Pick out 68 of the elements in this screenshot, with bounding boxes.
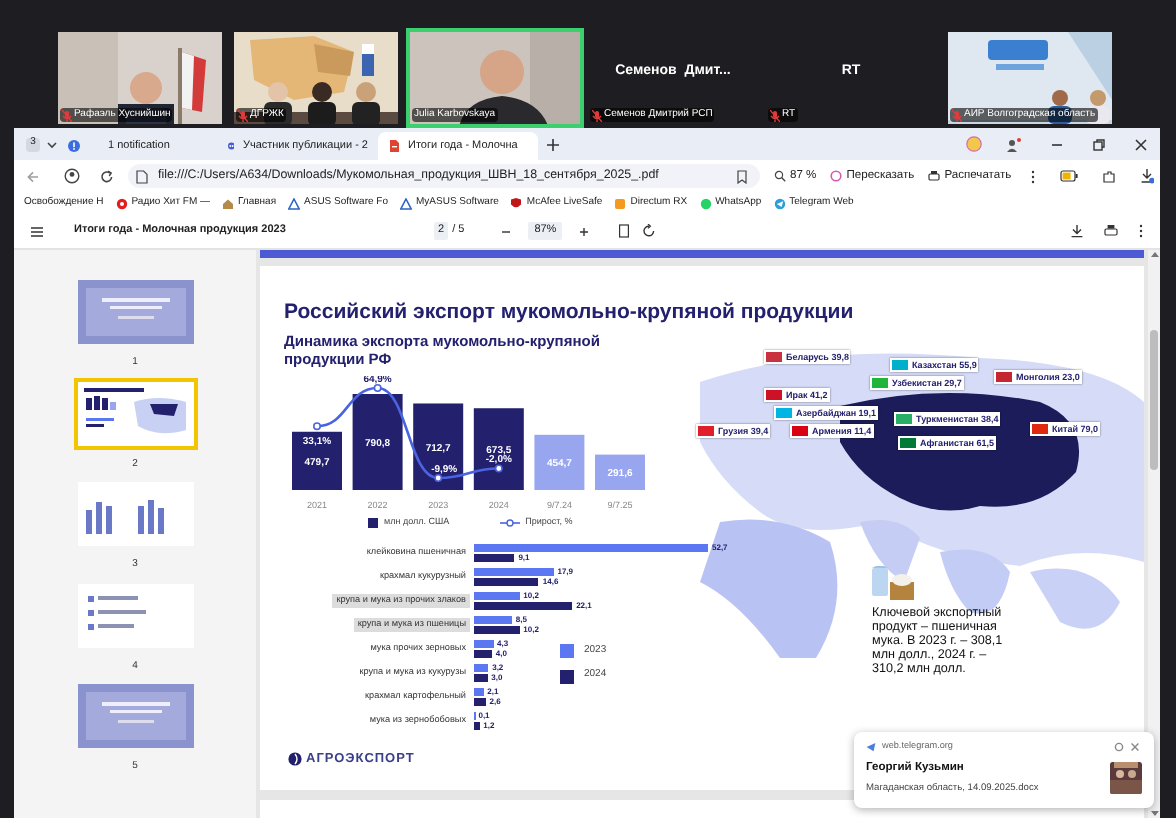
zoom-out-icon[interactable] xyxy=(500,225,513,237)
rotate-icon[interactable] xyxy=(642,224,657,238)
paper-plane-icon xyxy=(866,741,876,752)
file-icon xyxy=(136,169,148,183)
fit-page-icon[interactable] xyxy=(618,224,631,238)
info-icon xyxy=(68,140,80,152)
page-thumbnail[interactable] xyxy=(73,478,197,550)
chat-icon xyxy=(699,197,712,209)
reload-icon[interactable] xyxy=(100,169,114,183)
people-icon[interactable] xyxy=(1006,137,1022,151)
point xyxy=(313,422,321,431)
menu-icon[interactable] xyxy=(30,225,44,237)
bookmark-icon[interactable] xyxy=(736,169,748,183)
muted-mic-icon xyxy=(952,109,962,121)
more-icon[interactable] xyxy=(1138,224,1144,238)
page-thumbnail[interactable] xyxy=(73,377,197,449)
chart-bar xyxy=(292,431,342,490)
circle-icon xyxy=(830,170,843,182)
printer-icon[interactable] xyxy=(1104,224,1118,238)
legend-swatch xyxy=(368,517,378,528)
point xyxy=(494,464,503,473)
slide-title: Российский экспорт мукомольно-крупяной продукции xyxy=(284,300,856,324)
account-icon[interactable] xyxy=(64,168,80,184)
chart-bar xyxy=(352,394,403,490)
legend-swatch xyxy=(560,644,574,658)
download-icon[interactable] xyxy=(1139,168,1154,184)
chart-bar xyxy=(595,454,645,490)
zoom-in-icon[interactable] xyxy=(578,225,591,237)
home-icon xyxy=(222,197,234,209)
chart-bar xyxy=(413,403,464,490)
record-icon xyxy=(115,197,128,209)
muted-mic-icon xyxy=(770,109,780,121)
paper-plane-icon xyxy=(773,197,786,209)
site-icon xyxy=(228,140,235,152)
point xyxy=(434,474,443,482)
chart-bar xyxy=(473,408,524,490)
page-thumbnail[interactable] xyxy=(73,680,197,752)
search-icon xyxy=(774,170,786,182)
triangle-icon xyxy=(400,197,412,209)
restore-icon[interactable] xyxy=(1092,137,1106,151)
legend-line-icon xyxy=(499,517,520,528)
profile-avatar-icon[interactable] xyxy=(966,136,982,152)
legend-swatch xyxy=(560,669,574,683)
chevron-down-icon[interactable] xyxy=(46,139,58,149)
download-icon[interactable] xyxy=(1070,224,1084,238)
printer-icon xyxy=(928,170,941,182)
more-icon[interactable] xyxy=(1029,169,1036,183)
back-icon[interactable] xyxy=(26,169,40,183)
scroll-down-icon[interactable] xyxy=(1149,810,1159,818)
pdf-file-icon xyxy=(388,140,400,152)
page-thumbnail[interactable] xyxy=(73,276,197,348)
chart-bar xyxy=(534,434,585,490)
muted-mic-icon xyxy=(238,109,248,121)
new-tab-icon[interactable] xyxy=(546,137,560,151)
close-icon[interactable] xyxy=(1134,137,1148,151)
square-icon xyxy=(614,197,627,209)
point xyxy=(373,384,382,392)
battery-icon[interactable] xyxy=(1059,170,1078,182)
page-thumbnail[interactable] xyxy=(73,579,197,651)
shield-icon xyxy=(510,197,523,209)
logo-mark-icon xyxy=(288,752,302,767)
muted-mic-icon xyxy=(592,109,602,121)
extensions-icon[interactable] xyxy=(1101,169,1116,183)
muted-mic-icon xyxy=(62,109,72,121)
settings-icon[interactable] xyxy=(1114,741,1124,752)
scrollbar-thumb[interactable] xyxy=(1150,330,1158,470)
flour-package-icon xyxy=(872,566,916,600)
triangle-icon xyxy=(288,197,301,209)
